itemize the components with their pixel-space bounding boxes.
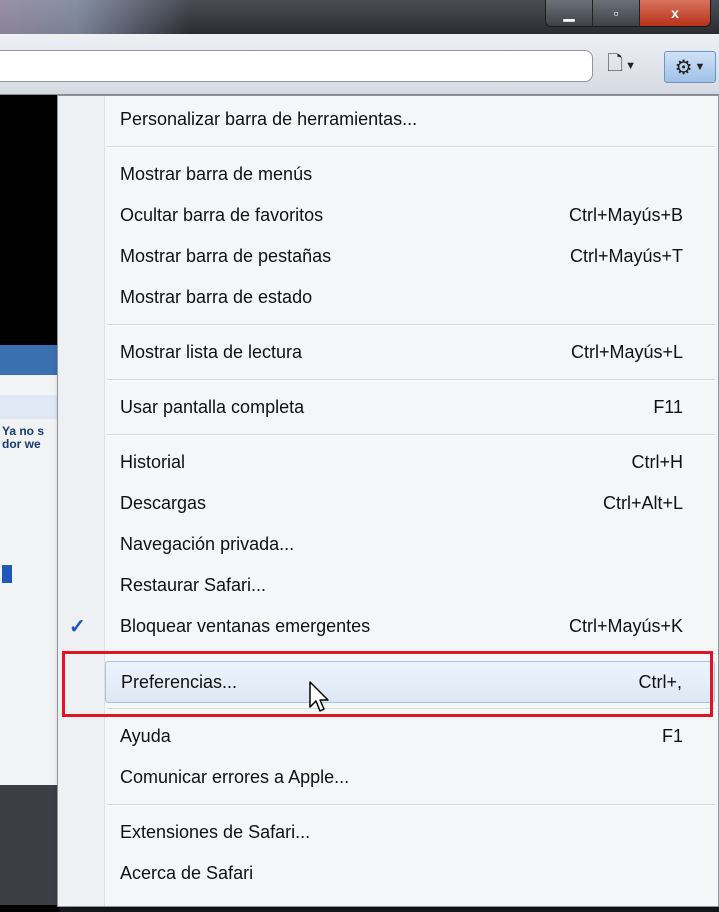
mouse-cursor-icon [309,681,329,712]
menu-separator [107,804,715,806]
menu-item-label: Ayuda [120,725,171,746]
checkmark-icon: ✓ [69,615,86,638]
menu-item[interactable]: Navegación privada... [105,524,715,564]
menu-item-label: Mostrar barra de estado [120,286,313,307]
menu-item-label: Comunicar errores a Apple... [120,766,350,787]
menu-separator [107,324,715,326]
menu-item[interactable]: Comunicar errores a Apple... [105,757,715,797]
settings-dropdown-menu: Personalizar barra de herramientas... Mos… [57,95,719,907]
close-icon: x [671,5,679,21]
page-header [0,345,60,375]
menu-item[interactable]: Descargas Ctrl+Alt+L [105,483,715,523]
menu-item-label: Usar pantalla completa [120,396,305,417]
title-bar: ▁ ▫ x [0,0,719,34]
menu-item-shortcut: F1 [661,725,683,746]
maximize-button[interactable]: ▫ [593,0,640,26]
page-footer [0,785,60,905]
menu-item-label: Mostrar lista de lectura [120,341,303,362]
menu-item-shortcut: Ctrl+Mayús+K [568,615,683,636]
menu-item[interactable]: Mostrar barra de pestañas Ctrl+Mayús+T [105,236,715,276]
menu-item[interactable]: ✓ Bloquear ventanas emergentes Ctrl+Mayús+… [69,606,715,646]
menu-item[interactable]: Mostrar barra de estado [105,277,715,317]
background-web-page: Ya no s dor we [0,95,60,912]
menu-item-label: Acerca de Safari [120,862,254,883]
menu-item-label: Descargas [120,492,207,513]
gear-icon: ⚙ [674,56,693,79]
menu-item-shortcut: Ctrl+H [631,451,683,472]
page-blue-block [2,565,12,583]
menu-item-label: Historial [120,451,186,472]
menu-item-label: Mostrar barra de menús [120,163,313,184]
menu-item-label: Extensiones de Safari... [120,821,311,842]
menu-separator [107,434,715,436]
menu-item-label: Navegación privada... [120,533,295,554]
menu-separator [107,379,715,381]
page-text-fragment: Ya no s dor we [2,424,45,451]
page-icon: 🗋 [607,53,624,75]
menu-item-shortcut: F11 [653,396,683,417]
page-menu-button[interactable]: 🗋 ▼ [607,51,636,81]
menu-item-shortcut: Ctrl+Mayús+L [570,341,683,362]
menu-item-label: Restaurar Safari... [120,574,267,595]
desktop-wallpaper-fragment [0,0,190,34]
maximize-icon: ▫ [613,5,619,21]
menu-item-shortcut: Ctrl+Alt+L [602,492,683,513]
menu-item[interactable]: Ayuda F1 [105,716,715,756]
menu-item-label: Ocultar barra de favoritos [120,204,324,225]
minimize-button[interactable]: ▁ [546,0,593,26]
browser-toolbar: 🗋 ▼ ⚙ ▼ [0,34,719,95]
menu-item[interactable]: Usar pantalla completa F11 [105,387,715,427]
menu-icon-gutter [58,96,105,906]
close-button[interactable]: x [640,0,710,26]
settings-menu-button[interactable]: ⚙ ▼ [664,51,716,83]
menu-item[interactable]: Personalizar barra de herramientas... [105,99,715,139]
menu-item-label: Mostrar barra de pestañas [120,245,332,266]
page-subheader [0,395,60,419]
menu-item[interactable]: Extensiones de Safari... [105,812,715,852]
menu-item[interactable]: Mostrar barra de menús [105,154,715,194]
menu-item[interactable]: Mostrar lista de lectura Ctrl+Mayús+L [105,332,715,372]
menu-item-shortcut: Ctrl+Mayús+B [568,204,683,225]
chevron-down-icon: ▼ [694,61,706,73]
menu-item-label: Bloquear ventanas emergentes [120,615,371,636]
menu-item[interactable]: Acerca de Safari [105,853,715,893]
minimize-icon: ▁ [563,4,575,21]
menu-item[interactable]: Restaurar Safari... [105,565,715,605]
menu-item-label: Personalizar barra de herramientas... [120,108,418,129]
address-bar[interactable] [0,50,593,82]
menu-separator [107,146,715,148]
chevron-down-icon: ▼ [625,60,636,72]
menu-item[interactable]: Ocultar barra de favoritos Ctrl+Mayús+B [105,195,715,235]
window-controls: ▁ ▫ x [545,0,711,27]
menu-item-shortcut: Ctrl+Mayús+T [569,245,683,266]
highlight-annotation [62,651,713,717]
menu-item[interactable]: Historial Ctrl+H [105,442,715,482]
